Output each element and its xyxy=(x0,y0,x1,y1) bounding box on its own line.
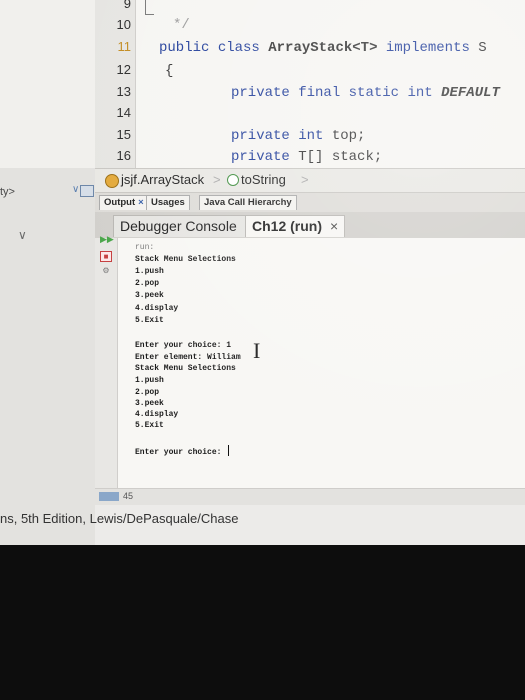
line-number: 9 xyxy=(123,0,131,11)
expand-chevron-icon[interactable]: ∨ xyxy=(18,228,27,242)
line-number: 16 xyxy=(116,148,131,163)
line-number: 12 xyxy=(116,62,131,77)
code-text: S xyxy=(478,40,487,56)
text-caret xyxy=(228,445,230,456)
keyword: public xyxy=(159,40,210,56)
comment-fragment: */ xyxy=(173,17,190,33)
status-badge xyxy=(99,492,119,501)
keyword: private xyxy=(231,128,290,144)
tab-label: Ch12 (run) xyxy=(252,218,322,234)
console-output[interactable]: run: Stack Menu Selections 1.push 2.pop … xyxy=(118,238,525,488)
keyword: final xyxy=(298,85,341,101)
console-line: 4.display xyxy=(135,410,179,419)
console-line: run: xyxy=(135,243,155,252)
code-line-13: private final static int DEFAULT xyxy=(231,85,500,101)
settings-icon[interactable]: ⚙ xyxy=(100,266,112,276)
console-toolbar: ▶▶ ■ ⚙ xyxy=(95,234,118,488)
console-prompt-line[interactable]: Enter your choice: xyxy=(135,445,230,457)
console-line: 1.push xyxy=(135,376,164,385)
breadcrumb-class[interactable]: jsjf.ArrayStack xyxy=(121,172,204,187)
keyword: private xyxy=(231,149,290,165)
tab-label: Java Call Hierarchy xyxy=(204,197,292,208)
code-line-15: private int top; xyxy=(231,128,365,144)
console-line: 5.Exit xyxy=(135,316,164,325)
tab-ch12-run[interactable]: Ch12 (run) × xyxy=(245,215,346,237)
code-editor[interactable]: 9 10 11 12 13 14 15 16 */ public class A… xyxy=(95,0,525,168)
stop-icon[interactable]: ■ xyxy=(100,251,112,262)
screen: ty> ∨ ∨ 9 10 11 12 13 14 15 16 */ public… xyxy=(0,0,525,545)
code-text: top; xyxy=(331,128,366,144)
console-line: Enter your choice: xyxy=(135,448,227,457)
console-line: Enter element: William xyxy=(135,353,241,362)
code-line-11: public class ArrayStack<T> implements S xyxy=(159,40,487,56)
class-name: ArrayStack<T> xyxy=(268,40,378,56)
tab-label: Debugger Console xyxy=(120,218,237,234)
navigator-label: ty> xyxy=(0,186,15,198)
class-icon xyxy=(105,174,119,188)
keyword: private xyxy=(231,85,290,101)
method-icon xyxy=(227,174,239,186)
console-line: 3.peek xyxy=(135,291,164,300)
code-text: T[] xyxy=(298,149,324,165)
tab-label: Output xyxy=(104,197,136,208)
close-icon[interactable]: × xyxy=(330,218,338,234)
console-line: 5.Exit xyxy=(135,421,164,430)
breadcrumb-method[interactable]: toString xyxy=(241,172,286,187)
line-number: 15 xyxy=(116,127,131,142)
keyword: static xyxy=(348,85,400,101)
console-line: 4.display xyxy=(135,304,179,313)
output-tab-bar: Output × Usages Java Call Hierarchy xyxy=(95,193,525,213)
breadcrumb-separator: > xyxy=(301,172,309,187)
keyword: int xyxy=(407,85,433,101)
console-tab-bar: Debugger Console× Ch12 (run) × xyxy=(95,212,525,239)
filter-icon[interactable] xyxy=(80,185,94,197)
tab-java-call-hierarchy[interactable]: Java Call Hierarchy xyxy=(199,195,297,210)
console-line: 2.pop xyxy=(135,279,160,288)
code-line-12: { xyxy=(165,63,173,79)
constant-name: DEFAULT xyxy=(441,85,500,101)
keyword: implements xyxy=(385,40,470,56)
keyword: class xyxy=(217,40,260,56)
console-line: 1.push xyxy=(135,267,164,276)
fold-marker-icon[interactable] xyxy=(145,0,154,15)
book-caption: ns, 5th Edition, Lewis/DePasquale/Chase xyxy=(0,511,239,526)
breadcrumb: jsjf.ArrayStack > toString > xyxy=(95,168,525,193)
keyword: int xyxy=(298,128,324,144)
line-number: 11 xyxy=(117,39,132,54)
navigator-panel: ty> ∨ ∨ xyxy=(0,0,95,545)
console-line: Stack Menu Selections xyxy=(135,364,236,373)
console-line: 3.peek xyxy=(135,399,164,408)
line-number-gutter: 9 10 11 12 13 14 15 16 xyxy=(95,0,136,168)
tab-debugger-console[interactable]: Debugger Console× xyxy=(113,215,260,237)
status-bar: 45 xyxy=(95,488,525,505)
status-number: 45 xyxy=(123,491,134,501)
console-line: 2.pop xyxy=(135,388,160,397)
rerun-icon[interactable]: ▶▶ xyxy=(100,234,114,244)
line-number: 10 xyxy=(116,17,131,32)
line-number: 13 xyxy=(116,84,131,99)
code-line-16: private T[] stack; xyxy=(231,149,382,165)
console-line: Enter your choice: 1 xyxy=(135,341,232,350)
text-cursor-icon: I xyxy=(253,338,261,363)
tab-output[interactable]: Output × xyxy=(99,195,149,210)
navigator-top xyxy=(0,0,95,168)
close-icon[interactable]: × xyxy=(138,197,144,208)
code-text: stack; xyxy=(331,149,383,165)
code-text: { xyxy=(165,63,174,79)
chevron-down-icon[interactable]: ∨ xyxy=(72,184,79,195)
tab-label: Usages xyxy=(151,197,185,208)
console-line: Stack Menu Selections xyxy=(135,255,236,264)
line-number: 14 xyxy=(116,105,131,120)
breadcrumb-separator: > xyxy=(213,172,221,187)
tab-usages[interactable]: Usages xyxy=(146,195,190,210)
